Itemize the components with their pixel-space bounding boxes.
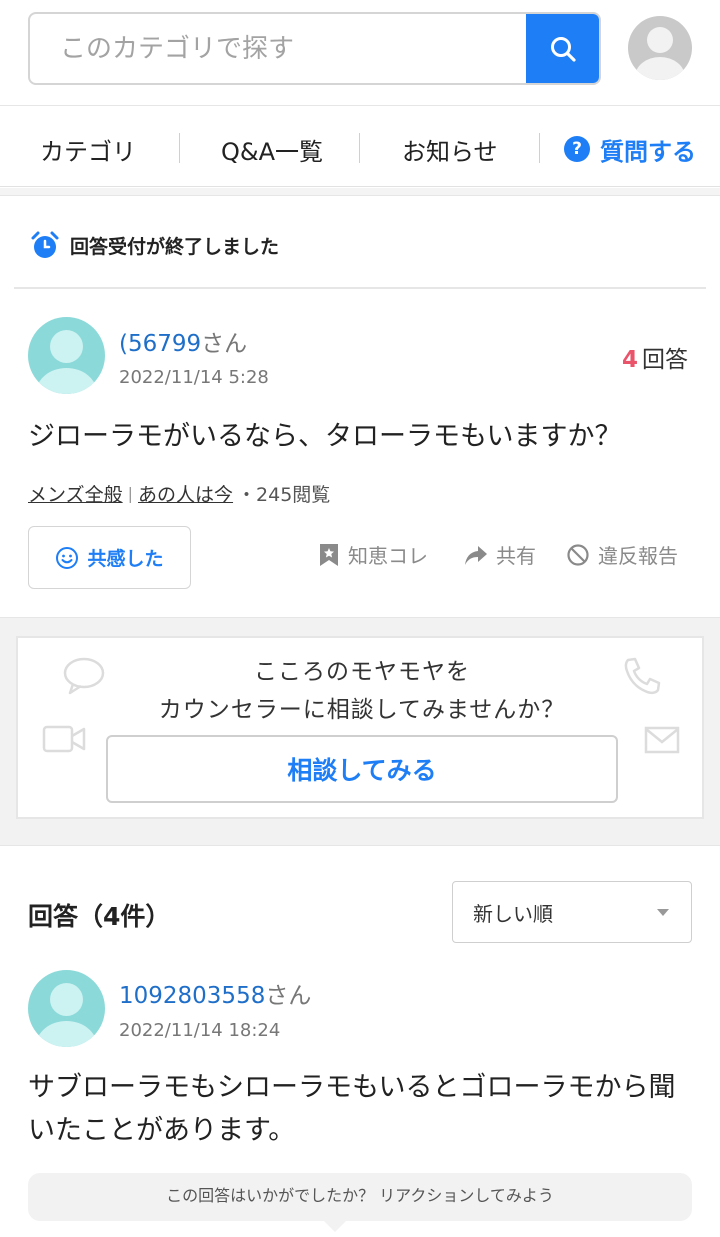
- smile-icon: [56, 546, 79, 569]
- video-camera-icon: [42, 725, 86, 753]
- counsel-heading-line1: こころのモヤモヤを: [254, 659, 470, 685]
- category-nav: カテゴリ Q&A一覧 お知らせ ? 質問する: [0, 107, 720, 187]
- empathy-button[interactable]: 共感した: [28, 526, 191, 589]
- sort-selected-value: 新しい順: [473, 901, 553, 926]
- answerer-name[interactable]: 1092803558さん: [119, 976, 311, 1010]
- reaction-prompt: この回答はいかがでしたか？ リアクションしてみよう: [28, 1173, 692, 1221]
- question-mark-icon: ?: [564, 136, 590, 162]
- answerer-avatar[interactable]: [28, 970, 105, 1047]
- divider: [14, 287, 706, 289]
- search-input[interactable]: [30, 14, 528, 83]
- nav-divider: [179, 133, 180, 163]
- questioner-id[interactable]: (56799: [119, 331, 201, 357]
- answers-heading: 回答（4件）: [28, 902, 171, 931]
- tag-separator: |: [127, 484, 134, 503]
- share-arrow-icon: [465, 545, 487, 565]
- save-chiekore-button[interactable]: 知恵コレ: [318, 540, 428, 569]
- report-button[interactable]: 違反報告: [566, 540, 678, 569]
- view-count: ・245閲覧: [237, 484, 331, 506]
- ask-question-button[interactable]: ? 質問する: [564, 129, 696, 169]
- share-label: 共有: [496, 544, 536, 568]
- honorific: さん: [265, 983, 312, 1009]
- nav-divider: [359, 133, 360, 163]
- nav-item-category[interactable]: カテゴリ: [40, 129, 136, 169]
- save-label: 知恵コレ: [348, 544, 428, 568]
- alarm-clock-icon: [31, 231, 59, 258]
- sort-select[interactable]: 新しい順: [452, 881, 692, 943]
- tag-link[interactable]: メンズ全般: [28, 480, 123, 507]
- bookmark-star-icon: [320, 543, 338, 566]
- search-icon: [550, 36, 576, 62]
- nav-item-news[interactable]: お知らせ: [402, 129, 498, 169]
- answerer-id[interactable]: 1092803558: [119, 983, 265, 1009]
- question-tags: メンズ全般 | あの人は今 ・245閲覧: [28, 480, 330, 507]
- closed-status: 回答受付が終了しました: [30, 230, 279, 260]
- answer-text: サブローラモもシローラモもいるとゴローラモから聞いたことがあります。: [28, 1072, 676, 1146]
- questioner-avatar[interactable]: [28, 317, 105, 394]
- question-date: 2022/11/14 5:28: [119, 367, 269, 388]
- dropdown-caret-icon: [657, 909, 669, 916]
- nav-divider: [539, 133, 540, 163]
- answer-count: 4 回答: [622, 340, 688, 374]
- search-box: [28, 12, 601, 85]
- questioner-name[interactable]: (56799さん: [119, 324, 247, 358]
- ask-question-label: 質問する: [600, 137, 696, 166]
- tag-link[interactable]: あの人は今: [138, 480, 233, 507]
- share-button[interactable]: 共有: [464, 540, 536, 569]
- section-gap: [0, 188, 720, 196]
- search-button[interactable]: [526, 14, 599, 83]
- answer-count-label: 回答: [642, 347, 689, 373]
- empathy-label: 共感した: [87, 548, 164, 570]
- answer-date: 2022/11/14 18:24: [119, 1020, 281, 1041]
- counsel-banner: こころのモヤモヤを カウンセラーに相談してみませんか？ 相談してみる: [16, 636, 704, 819]
- reaction-prompt-tail: [323, 1220, 347, 1232]
- nav-item-qa-list[interactable]: Q&A一覧: [221, 129, 323, 169]
- question-text: ジローラモがいるなら、タローラモもいますか？: [28, 421, 622, 452]
- user-avatar[interactable]: [628, 16, 692, 80]
- honorific: さん: [201, 331, 248, 357]
- header: [0, 0, 720, 106]
- closed-status-text: 回答受付が終了しました: [70, 235, 280, 258]
- counsel-heading-line2: カウンセラーに相談してみませんか？: [158, 697, 566, 723]
- prohibited-icon: [567, 543, 589, 566]
- answer-count-number: 4: [622, 347, 639, 373]
- mail-icon: [644, 726, 680, 754]
- report-label: 違反報告: [598, 544, 678, 568]
- counsel-button[interactable]: 相談してみる: [106, 735, 618, 803]
